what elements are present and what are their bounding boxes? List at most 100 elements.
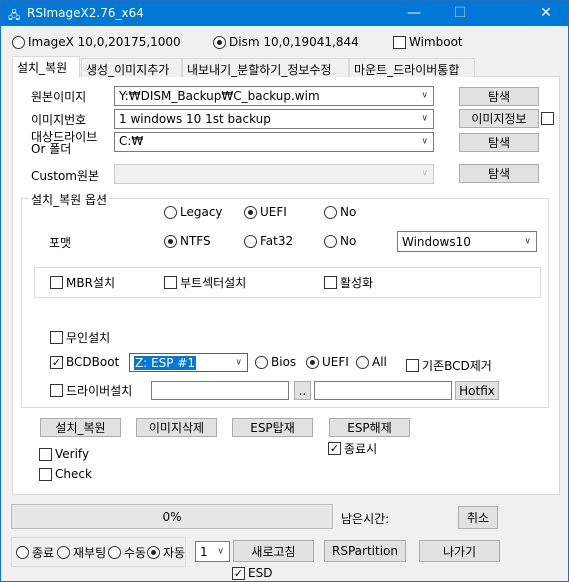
- tab-install-restore[interactable]: 설치_복원: [12, 56, 80, 77]
- rspartition-button[interactable]: RSPartition: [324, 540, 406, 562]
- checkbox-label: Verify: [55, 447, 90, 461]
- radio-bcd-uefi[interactable]: UEFI: [306, 355, 349, 369]
- browse-custom-button[interactable]: 탐색: [459, 164, 539, 183]
- checkbox-icon: [50, 331, 63, 344]
- checkbox-label: 종료시: [344, 442, 378, 456]
- esp-mount-button[interactable]: ESP탑재: [232, 418, 313, 437]
- unattend-checkbox[interactable]: 무인설치: [50, 329, 110, 346]
- checkbox-icon: [541, 112, 554, 125]
- radio-format-no[interactable]: No: [324, 234, 356, 248]
- chevron-down-icon: ∨: [421, 168, 428, 179]
- radio-icon: [324, 234, 337, 248]
- tab-create[interactable]: 생성_이미지추가: [81, 58, 182, 77]
- checkbox-icon: [39, 467, 52, 481]
- check-checkbox[interactable]: Check: [39, 467, 92, 481]
- checkbox-label: 드라이버설치: [66, 384, 133, 398]
- progress-text: 0%: [162, 510, 182, 524]
- mbr-checkbox[interactable]: MBR설치: [50, 274, 115, 291]
- minimize-button[interactable]: —: [391, 1, 437, 26]
- esp-combo[interactable]: Z: ESP #1 ∨: [129, 353, 248, 372]
- refresh-button[interactable]: 새로고침: [233, 540, 314, 562]
- combo-value: Z: ESP #1: [134, 355, 197, 370]
- hotfix-button[interactable]: Hotfix: [455, 381, 499, 400]
- radio-icon: [244, 205, 257, 219]
- combo-value: Y:₩DISM_Backup₩C_backup.wim: [119, 89, 320, 103]
- esp-unmount-button[interactable]: ESP해제: [329, 418, 410, 437]
- bcdboot-checkbox[interactable]: ✓ BCDBoot: [50, 355, 119, 369]
- app-icon: 🖧: [8, 9, 21, 22]
- combo-value: 1: [200, 544, 208, 559]
- radio-auto[interactable]: 자동: [147, 544, 185, 561]
- radio-fat32[interactable]: Fat32: [244, 234, 293, 248]
- image-info-button[interactable]: 이미지정보: [459, 109, 539, 128]
- radio-imagex[interactable]: ImageX 10,0,20175,1000: [12, 35, 181, 49]
- radio-legacy[interactable]: Legacy: [164, 205, 223, 219]
- verify-checkbox[interactable]: Verify: [39, 447, 89, 461]
- driver-browse-button[interactable]: ..: [294, 381, 311, 400]
- browse-target-button[interactable]: 탐색: [459, 133, 539, 152]
- radio-icon: [16, 546, 29, 559]
- source-combo[interactable]: Y:₩DISM_Backup₩C_backup.wim ∨: [114, 86, 434, 106]
- install-restore-button[interactable]: 설치_복원: [40, 418, 121, 437]
- radio-icon: [356, 355, 369, 369]
- checkbox-label: 무인설치: [66, 331, 111, 345]
- checkbox-icon: [164, 276, 177, 289]
- tab-mount[interactable]: 마운트_드라이버통합: [349, 58, 475, 77]
- remove-bcd-checkbox[interactable]: 기존BCD제거: [406, 357, 492, 374]
- activate-checkbox[interactable]: 활성화: [324, 274, 373, 291]
- tab-export[interactable]: 내보내기_분할하기_정보수정: [182, 58, 349, 77]
- maximize-button[interactable]: ☐: [437, 1, 483, 26]
- on-exit-checkbox[interactable]: ✓ 종료시: [328, 440, 377, 457]
- radio-dism[interactable]: Dism 10,0,19041,844: [213, 35, 359, 49]
- image-info-checkbox[interactable]: [541, 112, 554, 125]
- radio-shutdown[interactable]: 종료: [16, 544, 54, 561]
- checkbox-icon: [50, 384, 63, 397]
- checkbox-label: 기존BCD제거: [422, 359, 492, 373]
- radio-bios[interactable]: Bios: [255, 355, 296, 369]
- wimboot-checkbox[interactable]: Wimboot: [393, 35, 463, 49]
- count-combo[interactable]: 1 ∨: [195, 541, 230, 562]
- delete-image-button[interactable]: 이미지삭제: [136, 418, 217, 437]
- checkbox-label: ESD: [248, 566, 273, 580]
- radio-icon: [213, 35, 226, 49]
- options-group: [21, 198, 549, 408]
- radio-label: 수동: [124, 546, 147, 560]
- checkbox-label: BCDBoot: [66, 355, 120, 369]
- radio-reboot[interactable]: 재부팅: [57, 544, 106, 561]
- radio-label: Fat32: [260, 234, 294, 248]
- radio-icon: [244, 234, 257, 248]
- target-combo[interactable]: C:₩ ∨: [114, 132, 434, 152]
- hotfix-path-input[interactable]: [314, 381, 452, 400]
- close-button[interactable]: ✕: [523, 1, 569, 26]
- custom-label: Custom원본: [31, 169, 100, 183]
- radio-uefi[interactable]: UEFI: [244, 205, 287, 219]
- radio-all[interactable]: All: [356, 355, 387, 369]
- radio-boot-no[interactable]: No: [324, 205, 356, 219]
- browse-source-button[interactable]: 탐색: [459, 87, 539, 106]
- esd-checkbox[interactable]: ✓ ESD: [232, 566, 272, 580]
- radio-label: UEFI: [260, 205, 287, 219]
- radio-manual[interactable]: 수동: [108, 544, 146, 561]
- checkbox-icon: [393, 35, 406, 49]
- radio-label: 종료: [32, 546, 55, 560]
- remaining-time-label: 남은시간:: [341, 512, 390, 526]
- radio-label: Dism 10,0,19041,844: [229, 35, 359, 49]
- custom-combo[interactable]: ∨: [114, 164, 434, 184]
- os-combo[interactable]: Windows10 ∨: [397, 231, 537, 252]
- radio-icon: [324, 205, 337, 219]
- cancel-button[interactable]: 취소: [458, 506, 498, 529]
- checkmark-icon: ✓: [50, 355, 63, 369]
- radio-ntfs[interactable]: NTFS: [164, 234, 211, 248]
- exit-button[interactable]: 나가기: [419, 540, 500, 562]
- radio-label: No: [340, 205, 357, 219]
- target-label: 대상드라이브 Or 폴더: [31, 131, 97, 155]
- driver-checkbox[interactable]: 드라이버설치: [50, 382, 132, 399]
- chevron-down-icon: ∨: [421, 90, 428, 101]
- checkbox-label: Check: [55, 467, 92, 481]
- source-label: 원본이미지: [31, 90, 87, 104]
- chevron-down-icon: ∨: [235, 357, 242, 367]
- checkmark-icon: ✓: [328, 442, 341, 455]
- driver-path-input[interactable]: [151, 381, 289, 400]
- index-combo[interactable]: 1 windows 10 1st backup ∨: [114, 109, 434, 129]
- bootsector-checkbox[interactable]: 부트섹터설치: [164, 274, 246, 291]
